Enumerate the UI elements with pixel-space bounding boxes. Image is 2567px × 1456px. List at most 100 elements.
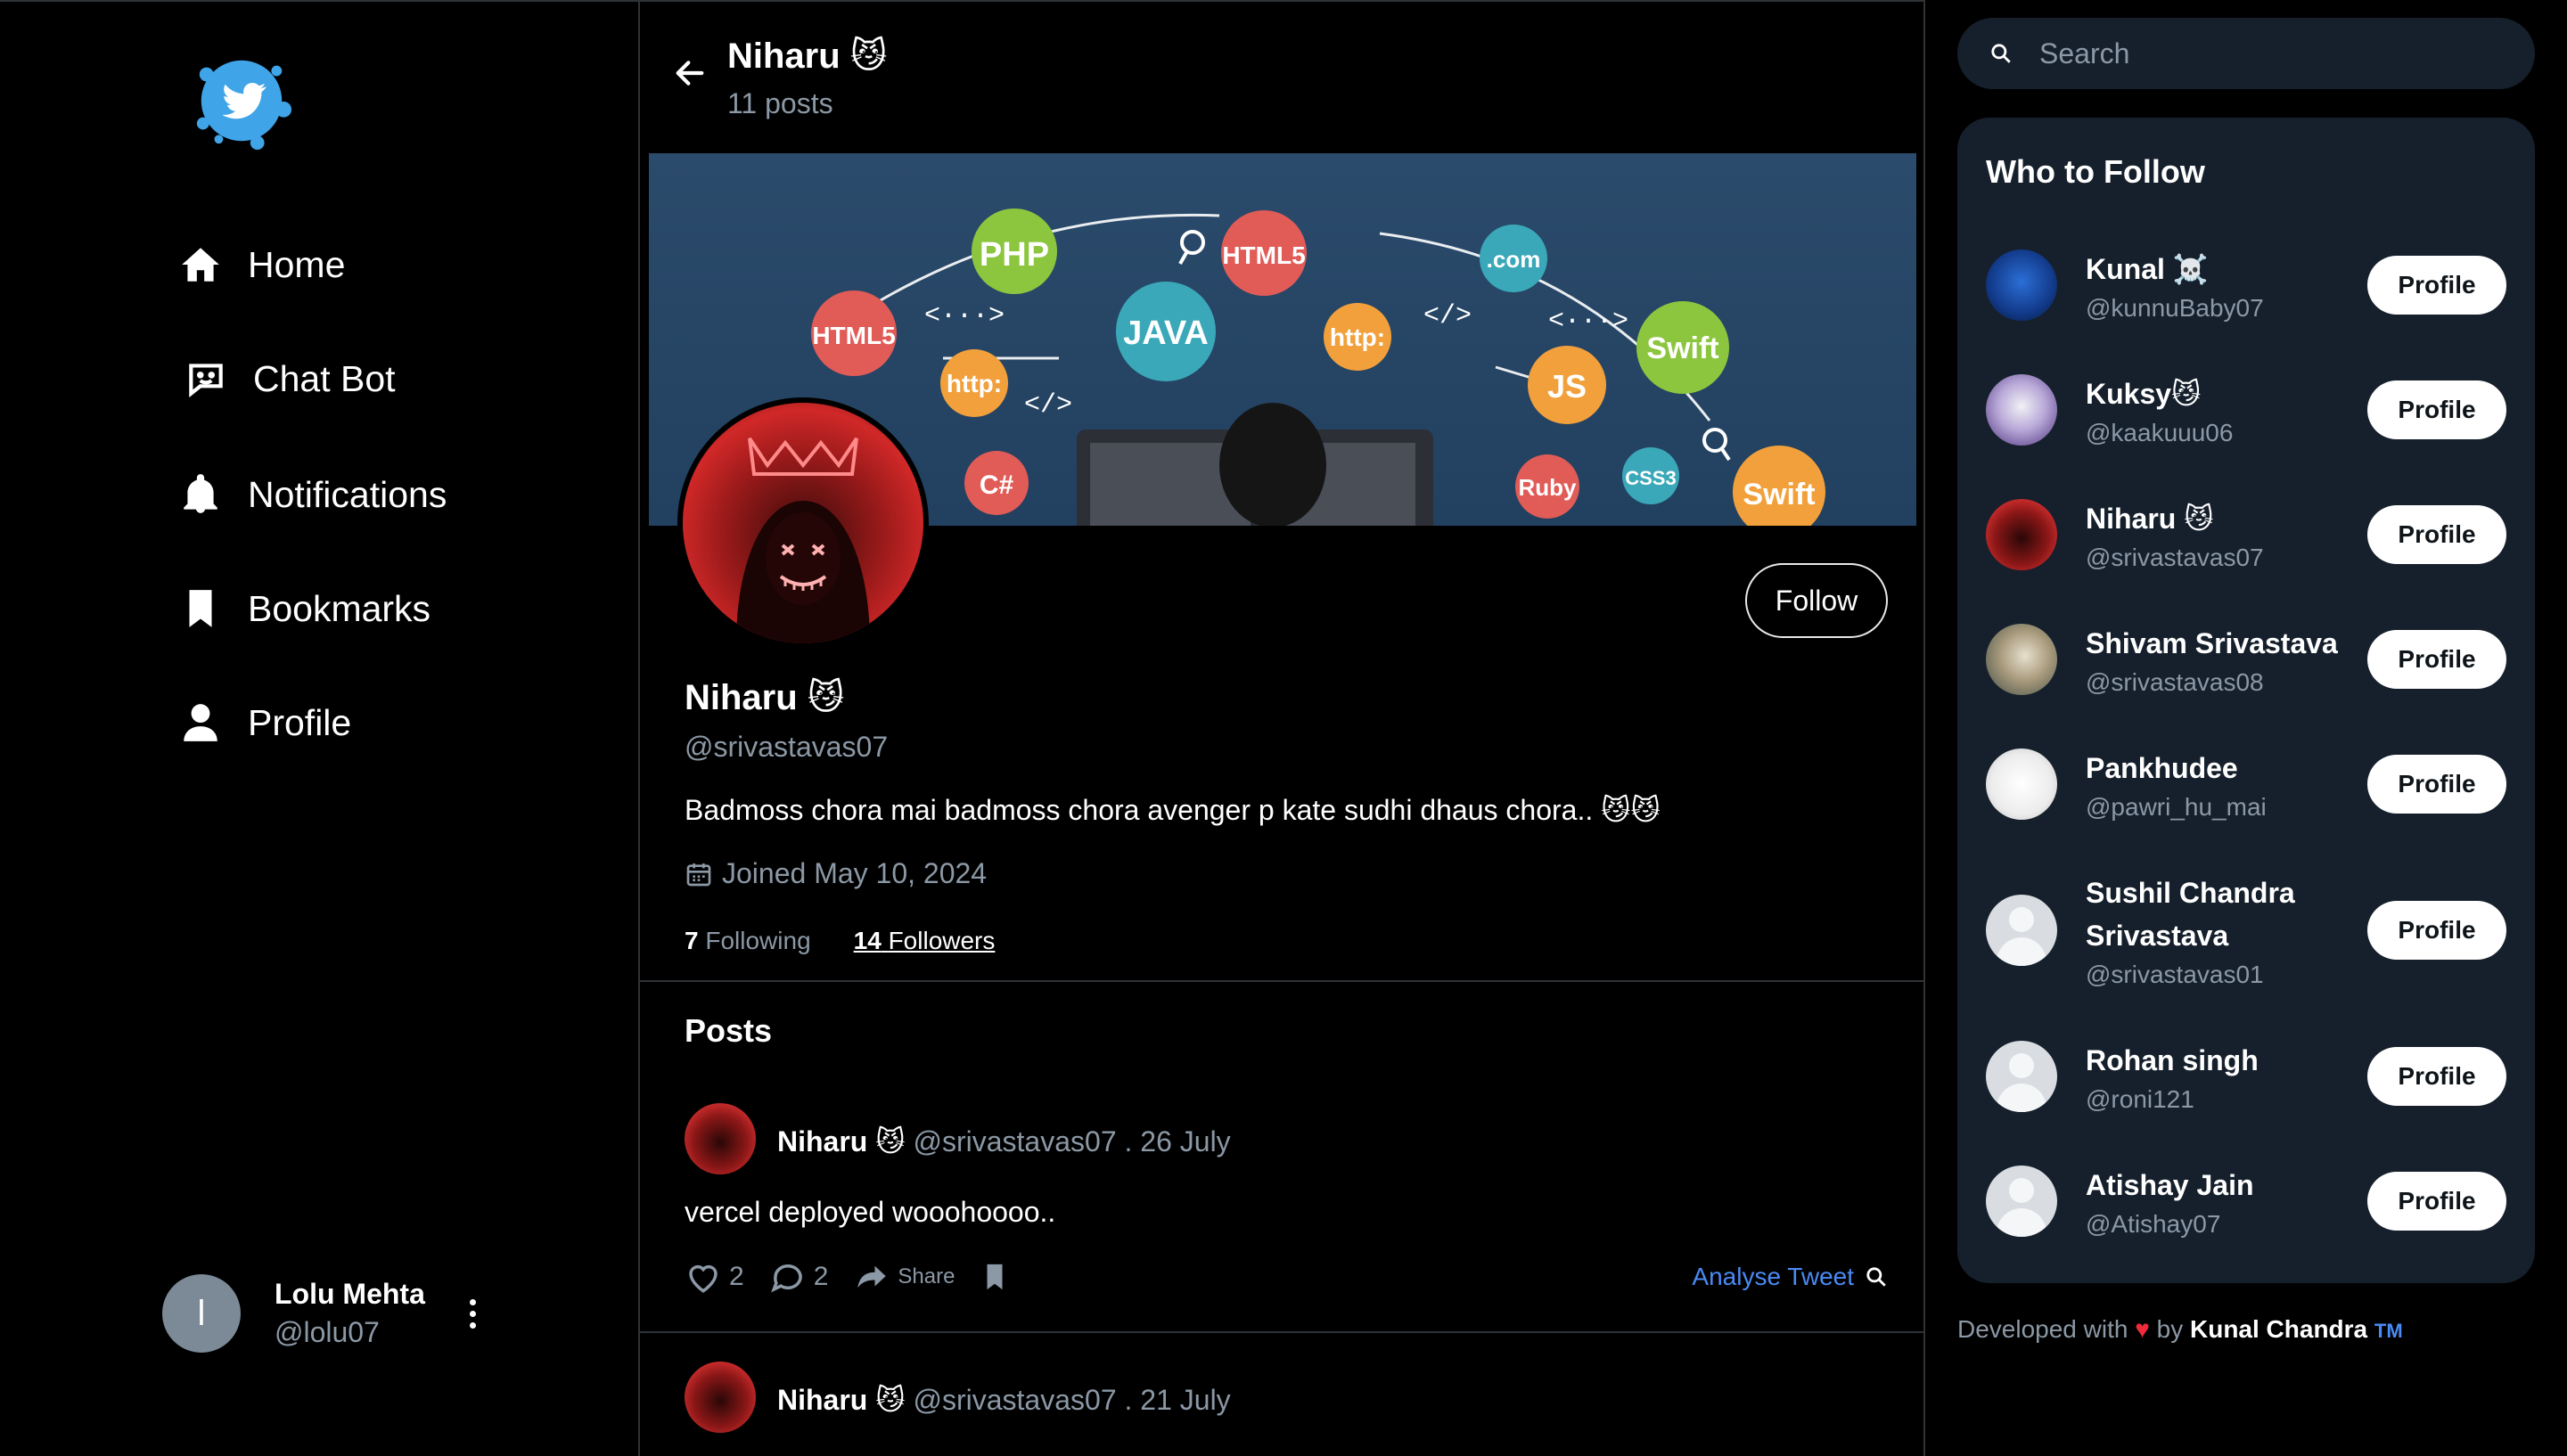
- header-name: Niharu 😼: [727, 37, 888, 76]
- follow-suggestion: Pankhudee @pawri_hu_mai Profile: [1986, 747, 2506, 822]
- share-button[interactable]: Share: [853, 1258, 955, 1296]
- analyse-tweet-label: Analyse Tweet: [1692, 1263, 1854, 1290]
- profile-button[interactable]: Profile: [2367, 380, 2506, 439]
- profile-avatar[interactable]: [677, 397, 929, 649]
- back-arrow-icon[interactable]: [672, 55, 708, 91]
- suggestion-name: Kuksy😼: [2086, 378, 2202, 410]
- followers-label: Followers: [888, 927, 996, 954]
- current-user-card[interactable]: l Lolu Mehta @lolu07: [162, 1274, 483, 1353]
- user-avatar[interactable]: [1986, 1041, 2057, 1112]
- user-avatar[interactable]: [1986, 1166, 2057, 1237]
- post-handle-date: @srivastavas07 . 21 July: [913, 1384, 1231, 1416]
- banner-badge: JS: [1547, 368, 1587, 405]
- follow-suggestion: Niharu 😼 @srivastavas07 Profile: [1986, 497, 2506, 572]
- current-user-avatar: l: [162, 1274, 241, 1353]
- suggestion-name: Rohan singh: [2086, 1044, 2259, 1076]
- post-actions: 2 2 Share Analyse Tweet: [685, 1258, 1888, 1296]
- share-label: Share: [898, 1264, 955, 1288]
- bookmark-icon: [987, 1264, 1003, 1290]
- follow-button[interactable]: Follow: [1745, 563, 1888, 638]
- search-bar[interactable]: [1957, 18, 2535, 89]
- header-posts-count: 11 posts: [727, 87, 833, 119]
- twitter-logo-icon[interactable]: [189, 48, 294, 153]
- suggestion-name: Kunal ☠️: [2086, 253, 2209, 285]
- bookmark-button[interactable]: [980, 1262, 1010, 1292]
- more-options-icon[interactable]: [462, 1298, 483, 1329]
- follow-suggestion: Kuksy😼 @kaakuuu06 Profile: [1986, 372, 2506, 447]
- suggestion-handle: @Atishay07: [2086, 1210, 2221, 1238]
- post-header: Niharu 😼 @srivastavas07 . 21 July: [777, 1383, 1231, 1417]
- profile-button[interactable]: Profile: [2367, 755, 2506, 814]
- search-input[interactable]: [2039, 37, 2503, 70]
- user-avatar[interactable]: [1986, 374, 2057, 446]
- like-button[interactable]: 2: [685, 1258, 744, 1296]
- banner-glyph: <···>: [924, 301, 1005, 331]
- comment-button[interactable]: 2: [769, 1258, 828, 1296]
- profile-joined: Joined May 10, 2024: [685, 857, 987, 890]
- nav-notifications[interactable]: Notifications: [178, 472, 447, 517]
- post-item[interactable]: Niharu 😼 @srivastavas07 . 26 July vercel…: [640, 1098, 1923, 1331]
- user-avatar[interactable]: [1986, 895, 2057, 966]
- suggestion-name: Atishay Jain: [2086, 1169, 2254, 1201]
- profile-button[interactable]: Profile: [2367, 1047, 2506, 1106]
- user-avatar[interactable]: [1986, 624, 2057, 695]
- divider: [640, 1331, 1923, 1333]
- suggestion-handle: @pawri_hu_mai: [2086, 793, 2267, 821]
- comment-icon: [770, 1264, 802, 1293]
- profile-button[interactable]: Profile: [2367, 1172, 2506, 1231]
- banner-glyph: <···>: [1548, 307, 1628, 337]
- post-item[interactable]: Niharu 😼 @srivastavas07 . 21 July: [640, 1356, 1923, 1456]
- footer-credit: Developed with ♥ by Kunal Chandra TM: [1957, 1315, 2403, 1344]
- heart-icon: [689, 1264, 718, 1293]
- banner-badge: HTML5: [812, 322, 895, 349]
- nav-chat-bot[interactable]: Chat Bot: [184, 356, 396, 401]
- nav-profile[interactable]: Profile: [178, 700, 351, 745]
- post-handle-date: @srivastavas07 . 26 July: [913, 1125, 1231, 1157]
- banner-badge: CSS3: [1625, 467, 1676, 489]
- suggestion-name: Shivam Srivastava: [2086, 627, 2338, 659]
- post-author-name[interactable]: Niharu 😼: [777, 1384, 906, 1416]
- banner-badge: PHP: [980, 236, 1049, 274]
- follow-suggestion: Sushil Chandra Srivastava @srivastavas01 …: [1986, 871, 2506, 989]
- nav-chat-bot-label: Chat Bot: [253, 357, 396, 399]
- suggestion-handle: @roni121: [2086, 1085, 2194, 1113]
- following-label: Following: [705, 927, 811, 954]
- follow-stats: 7 Following 14 Followers: [685, 927, 995, 955]
- nav-profile-label: Profile: [248, 701, 352, 743]
- suggestion-name: Pankhudee: [2086, 752, 2238, 784]
- profile-button[interactable]: Profile: [2367, 901, 2506, 960]
- profile-button[interactable]: Profile: [2367, 505, 2506, 564]
- profile-button[interactable]: Profile: [2367, 256, 2506, 315]
- profile-name: Niharu 😼: [685, 678, 845, 717]
- post-author-name[interactable]: Niharu 😼: [777, 1125, 906, 1157]
- profile-button[interactable]: Profile: [2367, 630, 2506, 689]
- post-avatar[interactable]: [685, 1362, 756, 1433]
- profile-handle: @srivastavas07: [685, 731, 889, 763]
- banner-badge: C#: [980, 470, 1014, 500]
- nav-bookmarks[interactable]: Bookmarks: [178, 586, 431, 631]
- user-avatar[interactable]: [1986, 249, 2057, 321]
- user-avatar[interactable]: [1986, 748, 2057, 820]
- divider: [640, 980, 1923, 982]
- user-avatar[interactable]: [1986, 499, 2057, 570]
- share-icon: [857, 1265, 887, 1288]
- current-user-name: Lolu Mehta: [275, 1278, 425, 1310]
- banner-badge: http:: [947, 370, 1002, 397]
- nav-home[interactable]: Home: [178, 242, 345, 287]
- suggestion-handle: @kunnuBaby07: [2086, 294, 2264, 322]
- current-user-handle: @lolu07: [275, 1316, 380, 1348]
- followers-link[interactable]: 14 Followers: [854, 927, 996, 955]
- analyse-tweet-link[interactable]: Analyse Tweet: [1692, 1263, 1888, 1291]
- banner-badge: Swift: [1743, 478, 1815, 511]
- footer-by: by: [2156, 1315, 2184, 1343]
- footer-author[interactable]: Kunal Chandra: [2190, 1315, 2367, 1343]
- profile-bio: Badmoss chora mai badmoss chora avenger …: [685, 794, 1661, 826]
- footer-trademark: TM: [2374, 1320, 2403, 1342]
- like-count: 2: [729, 1262, 744, 1291]
- profile-topbar: Niharu 😼 11 posts: [640, 2, 1923, 151]
- following-link[interactable]: 7 Following: [685, 927, 811, 955]
- home-icon: [182, 248, 219, 282]
- banner-glyph: </>: [1423, 301, 1472, 331]
- post-avatar[interactable]: [685, 1103, 756, 1174]
- suggestion-handle: @kaakuuu06: [2086, 419, 2234, 446]
